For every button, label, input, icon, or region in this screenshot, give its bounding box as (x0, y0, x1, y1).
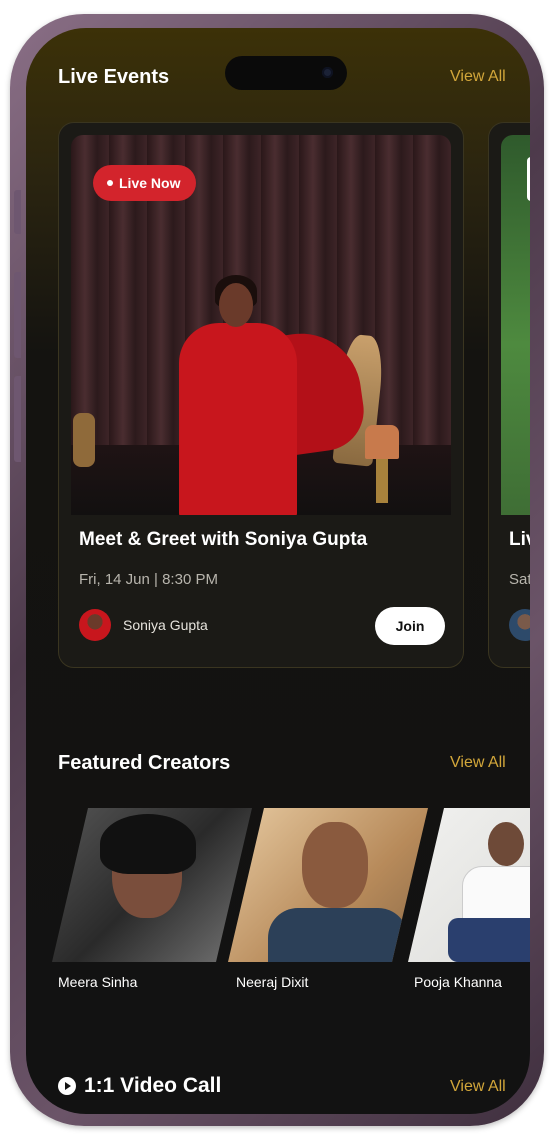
host-name: Soniya Gupta (123, 617, 208, 633)
video-call-view-all[interactable]: View All (450, 1078, 506, 1096)
volume-down-button (14, 376, 21, 462)
creator-photo (52, 808, 252, 962)
creator-name: Meera Sinha (58, 974, 138, 990)
creator-card[interactable] (228, 808, 428, 962)
event-title: Meet & Greet with Soniya Gupta (79, 529, 368, 550)
creator-card[interactable] (52, 808, 252, 962)
live-now-badge: Live Now (93, 165, 197, 201)
event-photo-2: 1 (501, 135, 530, 515)
lamp-base (376, 459, 388, 503)
event-date: Fri, 14 Jun | 8:30 PM (79, 571, 218, 588)
video-call-title: 1:1 Video Call (58, 1074, 221, 1098)
video-call-title-label: 1:1 Video Call (84, 1074, 222, 1097)
creator-photo (228, 808, 428, 962)
creator-card[interactable] (408, 808, 530, 962)
app-screen: Live Events View All Live Now Meet & Gre… (26, 28, 530, 1114)
host-avatar-2 (509, 609, 530, 641)
creator-name: Neeraj Dixit (236, 974, 309, 990)
live-badge-label: Live Now (119, 175, 181, 191)
head (219, 283, 253, 327)
creator-shirt (268, 908, 408, 962)
red-dress (179, 323, 297, 515)
kettle-decor (73, 413, 95, 467)
join-button[interactable]: Join (375, 607, 445, 645)
lamp-decor (365, 425, 399, 459)
date-chip: 1 (527, 157, 530, 201)
live-events-title: Live Events (58, 66, 170, 88)
live-event-card-2[interactable]: 1 Liv Sat (488, 122, 530, 668)
dynamic-island (225, 56, 347, 90)
creator-face (302, 822, 368, 908)
event-date-2: Sat (509, 571, 530, 588)
creator-face (488, 822, 524, 866)
live-dot-icon (107, 180, 113, 186)
live-event-card[interactable]: Live Now Meet & Greet with Soniya Gupta … (58, 122, 464, 668)
live-events-view-all[interactable]: View All (450, 68, 506, 86)
play-icon (58, 1077, 76, 1095)
event-title-2: Liv (509, 529, 530, 550)
camera-icon (322, 67, 333, 78)
event-photo: Live Now (71, 135, 451, 515)
creator-jeans (448, 918, 530, 962)
creator-hair (100, 814, 196, 874)
volume-up-button (14, 272, 21, 358)
featured-creators-title: Featured Creators (58, 752, 231, 774)
action-button (14, 190, 21, 234)
creator-photo (408, 808, 530, 962)
creator-name: Pooja Khanna (414, 974, 502, 990)
host-avatar (79, 609, 111, 641)
featured-creators-view-all[interactable]: View All (450, 754, 506, 772)
